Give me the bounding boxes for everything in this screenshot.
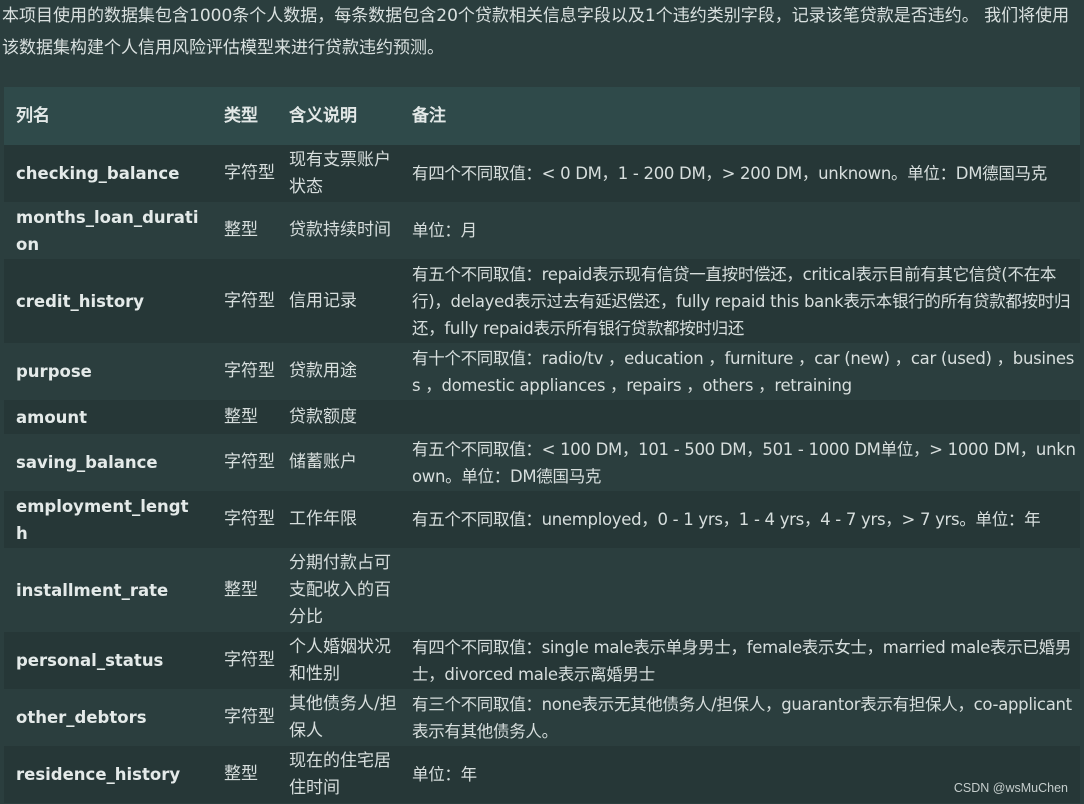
cell-notes: 有五个不同取值：repaid表示现有信贷一直按时偿还，critical表示目前有… (412, 264, 1071, 338)
cell-notes: 有十个不同取值：radio/tv ，education ，furniture ，… (412, 348, 1075, 395)
cell-notes: 有三个不同取值：none表示无其他债务人/担保人，guarantor表示有担保人… (412, 694, 1072, 741)
table-row: checking_balance 字符型 现有支票账户状态 有四个不同取值：< 0 D… (4, 145, 1080, 202)
cell-meaning: 个人婚姻状况和性别 (289, 636, 391, 684)
cell-type: 字符型 (224, 361, 275, 381)
header-notes: 备注 (412, 106, 446, 126)
table-row: amount 整型 贷款额度 (4, 400, 1080, 434)
cell-type: 字符型 (224, 707, 275, 727)
cell-meaning: 储蓄账户 (289, 452, 357, 472)
table-row: saving_balance 字符型 储蓄账户 有五个不同取值：< 100 DM，10… (4, 434, 1080, 491)
cell-notes: 有四个不同取值：single male表示单身男士，female表示女士，mar… (412, 637, 1072, 684)
cell-column-name: saving_balance (16, 453, 158, 472)
cell-notes: 有五个不同取值：< 100 DM，101 - 500 DM，501 - 1000… (412, 439, 1076, 486)
cell-notes: 有五个不同取值：unemployed，0 - 1 yrs，1 - 4 yrs，4… (412, 510, 1041, 529)
cell-type: 字符型 (224, 650, 275, 670)
cell-type: 整型 (224, 220, 258, 240)
cell-type: 字符型 (224, 509, 275, 529)
cell-column-name: purpose (16, 362, 92, 381)
table-row: personal_status 字符型 个人婚姻状况和性别 有四个不同取值：singl… (4, 632, 1080, 689)
table-header-row: 列名 类型 含义说明 备注 (4, 87, 1080, 145)
header-type: 类型 (224, 106, 258, 126)
cell-notes: 有四个不同取值：< 0 DM，1 - 200 DM，> 200 DM，unkno… (412, 164, 1047, 183)
cell-meaning: 现有支票账户状态 (289, 149, 391, 197)
table-row: purpose 字符型 贷款用途 有十个不同取值：radio/tv ，educatio… (4, 343, 1080, 400)
cell-meaning: 贷款额度 (289, 406, 357, 427)
cell-type: 整型 (224, 764, 258, 784)
cell-column-name: amount (16, 407, 88, 427)
cell-column-name: installment_rate (16, 580, 169, 600)
header-column-name: 列名 (16, 106, 50, 126)
table-row: residence_history 整型 现在的住宅居住时间 单位：年 (4, 746, 1080, 803)
cell-column-name: other_debtors (16, 708, 147, 727)
cell-notes: 单位：月 (412, 221, 477, 240)
cell-type: 整型 (224, 406, 258, 427)
cell-type: 字符型 (224, 290, 275, 311)
cell-meaning: 贷款持续时间 (289, 220, 391, 240)
data-dictionary-table: 列名 类型 含义说明 备注 checking_balance 字符型 现有支票账户状… (4, 87, 1080, 803)
cell-column-name: credit_history (16, 291, 145, 311)
cell-meaning: 工作年限 (289, 509, 357, 529)
cell-column-name: months_loan_duration (16, 207, 199, 254)
cell-column-name: checking_balance (16, 164, 180, 183)
table-row: credit_history 字符型 信用记录 有五个不同取值：repaid表示现有信… (4, 259, 1080, 343)
watermark: CSDN @wsMuChen (953, 781, 1068, 795)
intro-paragraph: 本项目使用的数据集包含1000条个人数据，每条数据包含20个贷款相关信息字段以及… (2, 6, 1070, 58)
cell-notes (408, 548, 1080, 632)
table-row: other_debtors 字符型 其他债务人/担保人 有三个不同取值：none表示无… (4, 689, 1080, 746)
cell-type: 字符型 (224, 452, 275, 472)
cell-notes (408, 400, 1080, 434)
cell-meaning: 其他债务人/担保人 (289, 693, 397, 741)
cell-meaning: 信用记录 (289, 290, 357, 311)
cell-type: 字符型 (224, 163, 275, 183)
table-row: installment_rate 整型 分期付款占可支配收入的百分比 (4, 548, 1080, 632)
cell-meaning: 现在的住宅居住时间 (289, 750, 391, 798)
table-row: employment_length 字符型 工作年限 有五个不同取值：unemploy… (4, 491, 1080, 548)
cell-meaning: 贷款用途 (289, 361, 357, 381)
cell-column-name: personal_status (16, 651, 164, 670)
cell-type: 整型 (224, 579, 258, 600)
table-row: months_loan_duration 整型 贷款持续时间 单位：月 (4, 202, 1080, 259)
cell-meaning: 分期付款占可支配收入的百分比 (289, 552, 391, 627)
table-body: checking_balance 字符型 现有支票账户状态 有四个不同取值：< 0 D… (4, 145, 1080, 803)
cell-column-name: employment_length (16, 496, 189, 543)
header-meaning: 含义说明 (289, 106, 357, 126)
cell-column-name: residence_history (16, 765, 181, 784)
